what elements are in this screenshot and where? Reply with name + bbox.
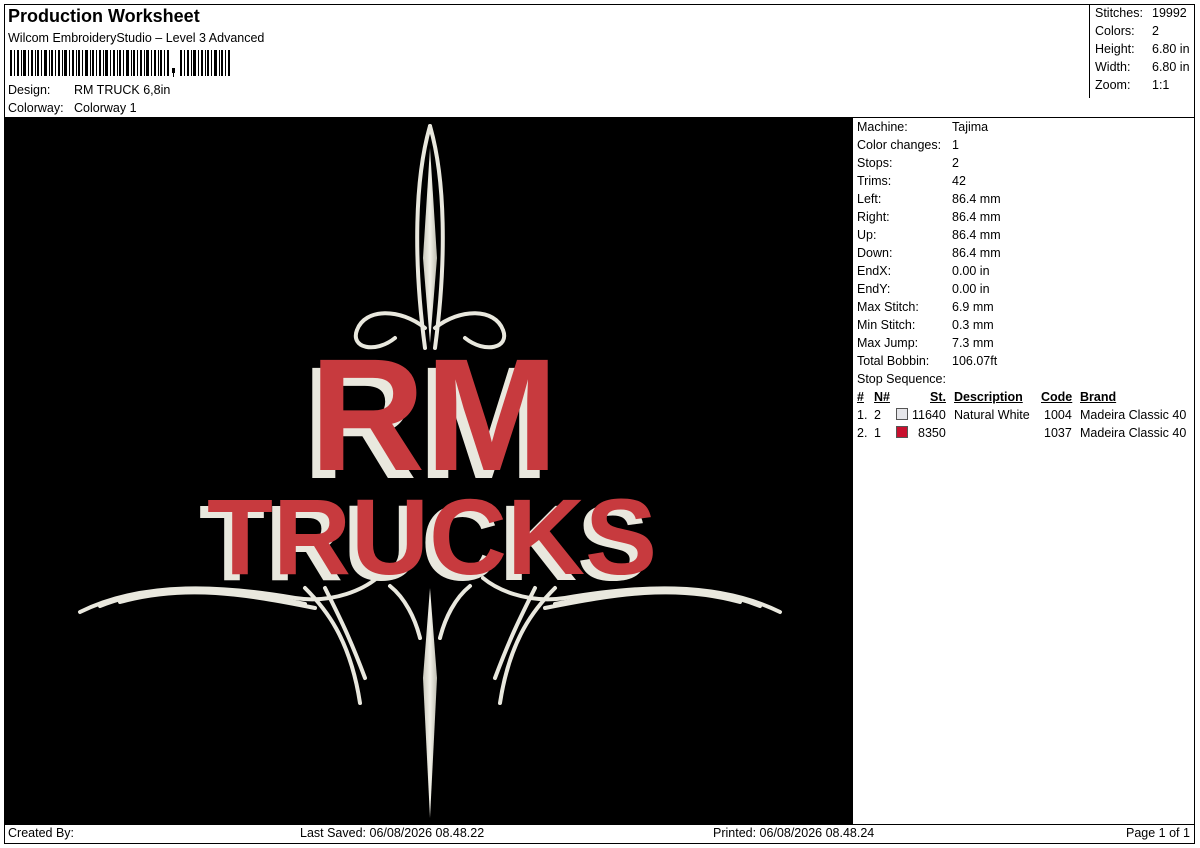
row-code: 1037	[1044, 426, 1072, 440]
design-value: RM TRUCK 6,8in	[74, 83, 171, 97]
col-header-brand: Brand	[1080, 390, 1117, 404]
col-header-code: Code	[1041, 390, 1073, 404]
spear-top	[423, 148, 437, 343]
row-needle: 1	[874, 426, 881, 440]
footer-printed: Printed: 06/08/2026 08.48.24	[713, 826, 875, 840]
logo-text-trucks: TRUCKS	[207, 476, 657, 597]
row-needle: 2	[874, 408, 881, 422]
col-header-num: #	[857, 390, 864, 404]
row-stitches: 11640	[912, 408, 946, 422]
software-name: Wilcom EmbroideryStudio – Level 3 Advanc…	[8, 31, 265, 45]
embroidery-design: RM RM TRUCKS TRUCKS	[78, 124, 782, 818]
stat-height: Height: 6.80 in	[1095, 42, 1190, 56]
row-description: Natural White	[954, 408, 1030, 422]
footer-page-number: Page 1 of 1	[1126, 826, 1190, 840]
color-swatch	[896, 426, 908, 438]
stat-stitches: Stitches: 19992	[1095, 6, 1187, 20]
color-swatch	[896, 408, 908, 420]
footer-last-saved: Last Saved: 06/08/2026 08.48.22	[300, 826, 485, 840]
divider	[852, 117, 853, 824]
design-preview: RM RM TRUCKS TRUCKS	[5, 118, 852, 824]
row-stitches: 8350	[918, 426, 946, 440]
row-code: 1004	[1044, 408, 1072, 422]
footer-created-by: Created By:	[8, 826, 75, 840]
page-title: Production Worksheet	[8, 6, 200, 26]
colorway-value: Colorway 1	[74, 101, 137, 115]
col-header-description: Description	[954, 390, 1023, 404]
row-brand: Madeira Classic 40	[1080, 408, 1187, 422]
design-label: Design:	[8, 83, 51, 97]
colorway-label: Colorway:	[8, 101, 64, 115]
col-header-needle: N#	[874, 390, 890, 404]
stat-zoom: Zoom: 1:1	[1095, 78, 1170, 92]
stat-colors: Colors: 2	[1095, 24, 1159, 38]
col-header-stitches: St.	[930, 390, 946, 404]
row-num: 1.	[857, 408, 868, 422]
row-num: 2.	[857, 426, 868, 440]
row-brand: Madeira Classic 40	[1080, 426, 1187, 440]
barcode	[10, 50, 230, 77]
divider	[4, 824, 1195, 825]
stat-width: Width: 6.80 in	[1095, 60, 1190, 74]
spear-bottom	[423, 588, 437, 818]
